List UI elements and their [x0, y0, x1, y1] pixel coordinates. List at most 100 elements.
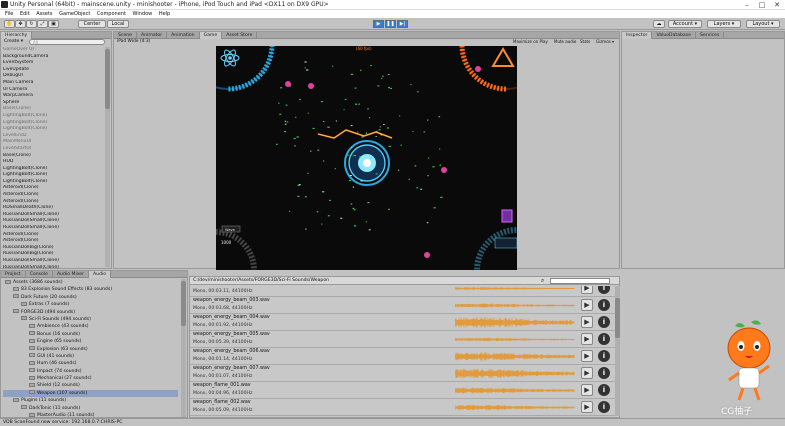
folder-tree-item[interactable]: Dark Future (20 sounds)	[3, 294, 178, 301]
account-dropdown[interactable]: Account ▾	[668, 20, 702, 28]
hierarchy-item[interactable]: LightingBolt(Clone)	[3, 172, 103, 179]
info-icon[interactable]: i	[598, 333, 610, 345]
info-icon[interactable]: i	[598, 299, 610, 311]
audio-row[interactable]: weapon_energy_beam_003.wav Mono, 00:03.68…	[190, 297, 615, 314]
menu-file[interactable]: File	[5, 10, 13, 18]
hierarchy-item[interactable]: LightingBolt(Clone)	[3, 126, 103, 133]
info-icon[interactable]: i	[598, 367, 610, 379]
menu-help[interactable]: Help	[159, 10, 170, 18]
project-scrollbar[interactable]	[181, 279, 186, 417]
hierarchy-item[interactable]: LightingBolt(Clone)	[3, 113, 103, 120]
hierarchy-scrollbar[interactable]	[105, 47, 110, 267]
tab-game[interactable]: Game	[199, 32, 223, 39]
audio-scroll-thumb[interactable]	[615, 298, 620, 338]
info-icon[interactable]: i	[598, 401, 610, 413]
folder-tree-item[interactable]: GUI (41 sounds)	[3, 353, 178, 360]
step-button[interactable]: ▶|	[397, 20, 408, 28]
layout-dropdown[interactable]: Layout ▾	[746, 20, 780, 28]
audio-scrollbar[interactable]	[615, 286, 620, 416]
hierarchy-item[interactable]: UI Camera	[3, 87, 103, 94]
hierarchy-item[interactable]: MainMenuUI	[3, 139, 103, 146]
hierarchy-item[interactable]: Main Camera	[3, 80, 103, 87]
hierarchy-item[interactable]: HUD	[3, 159, 103, 166]
hierarchy-item[interactable]: Base(Clone)	[3, 153, 103, 160]
hierarchy-scroll-thumb[interactable]	[105, 49, 110, 109]
pivot-center-button[interactable]: Center	[78, 20, 106, 28]
play-sound-button[interactable]: ▶	[581, 299, 593, 311]
folder-tree-item[interactable]: Mechanical (27 sounds)	[3, 375, 178, 382]
cloud-icon[interactable]: ☁	[653, 20, 665, 28]
menu-gameobject[interactable]: GameObject	[59, 10, 90, 18]
hierarchy-item[interactable]: Asteroid(Clone)	[3, 199, 103, 206]
rect-tool-button[interactable]: ▣	[48, 20, 59, 28]
folder-tree-item[interactable]: Weapon (107 sounds)	[3, 389, 178, 398]
audio-row[interactable]: weapon_flame_002.wav Mono, 00:05.09, 4410…	[190, 399, 615, 416]
play-sound-button[interactable]: ▶	[581, 316, 593, 328]
tab-audio-mixer[interactable]: Audio Mixer	[53, 271, 90, 278]
folder-tree-item[interactable]: FORGE3D (494 sounds)	[3, 309, 178, 316]
hierarchy-item[interactable]: Asteroid(Clone)	[3, 185, 103, 192]
hierarchy-item[interactable]: LightingBolt(Clone)	[3, 179, 103, 186]
hierarchy-item[interactable]: LevelEnd2	[3, 133, 103, 140]
menu-assets[interactable]: Assets	[36, 10, 52, 18]
hierarchy-item[interactable]: RussianDollBig(Clone)	[3, 245, 103, 252]
aspect-dropdown[interactable]: iPad Wide (4:3)	[117, 39, 150, 44]
folder-tree-item[interactable]: Bonus (16 sounds)	[3, 331, 178, 338]
hierarchy-item[interactable]: LightingBolt(Clone)	[3, 166, 103, 173]
folder-tree-item[interactable]: Impact (74 sounds)	[3, 368, 178, 375]
folder-tree-item[interactable]: Assets (3686 sounds)	[3, 279, 178, 286]
hierarchy-item[interactable]: EventSystem	[3, 60, 103, 67]
folder-tree-item[interactable]: Explosion (63 sounds)	[3, 346, 178, 353]
menu-window[interactable]: Window	[133, 10, 153, 18]
tab-animation[interactable]: Animation	[167, 32, 200, 39]
folder-tree-item[interactable]: Engine (65 sounds)	[3, 338, 178, 345]
layers-dropdown[interactable]: Layers ▾	[707, 20, 741, 28]
maximize-on-play-toggle[interactable]: Maximize on Play	[513, 39, 548, 44]
pause-button[interactable]: ❚❚	[385, 20, 396, 28]
hierarchy-item[interactable]: GameOver UI	[3, 47, 103, 54]
move-tool-button[interactable]: ✥	[15, 20, 26, 28]
info-icon[interactable]: i	[598, 316, 610, 328]
audio-row[interactable]: weapon_energy_beam_005.wav Mono, 00:05.39…	[190, 331, 615, 348]
rotate-tool-button[interactable]: ↻	[26, 20, 37, 28]
minimize-button[interactable]: –	[740, 0, 754, 10]
tab-project[interactable]: Project	[1, 271, 26, 278]
audio-row[interactable]: weapon_energy_beam_007.wav Mono, 00:01.07…	[190, 365, 615, 382]
hierarchy-item[interactable]: LightingBolt(Clone)	[3, 120, 103, 127]
tab-console[interactable]: Console	[26, 271, 53, 278]
hierarchy-item[interactable]: WarpCamera	[3, 93, 103, 100]
hierarchy-item[interactable]: RussianDollSmall(Clone)	[3, 258, 103, 265]
play-sound-button[interactable]: ▶	[581, 367, 593, 379]
hierarchy-item[interactable]: RussianDollBig(Clone)	[3, 251, 103, 258]
folder-tree-item[interactable]: Extras (7 sounds)	[3, 301, 178, 308]
folder-tree-item[interactable]: DarkTonic (11 sounds)	[3, 405, 178, 412]
play-sound-button[interactable]: ▶	[581, 384, 593, 396]
tab-hierarchy[interactable]: Hierarchy	[1, 32, 33, 39]
play-button[interactable]: ▶	[373, 20, 384, 28]
hierarchy-item[interactable]: Asteroid(Clone)	[3, 232, 103, 239]
hierarchy-item[interactable]: Base(Clone)	[3, 106, 103, 113]
hierarchy-item[interactable]: RussianDollSmall(Clone)	[3, 212, 103, 219]
audio-row[interactable]: weapon_flame_001.wav Mono, 00:04.96, 4410…	[190, 382, 615, 399]
tab-services[interactable]: Services	[696, 32, 725, 39]
folder-tree-item[interactable]: 83 Explosion Sound Effects (83 sounds)	[3, 286, 178, 293]
hierarchy-item[interactable]: RussianDollSmall(Clone)	[3, 225, 103, 232]
folder-tree-item[interactable]: Shield (12 sounds)	[3, 382, 178, 389]
hierarchy-item[interactable]: Sphere	[3, 100, 103, 107]
audio-search-input[interactable]	[550, 278, 610, 284]
tab-animator[interactable]: Animator	[137, 32, 168, 39]
project-scroll-thumb[interactable]	[181, 281, 186, 326]
audio-row[interactable]: weapon_energy_beam_006.wav Mono, 00:01.14…	[190, 348, 615, 365]
audio-row[interactable]: Mono, 00:03.11, 44100Hz ▶ i	[190, 286, 615, 297]
game-viewport[interactable]: Wave 1000 (60 fps)	[216, 46, 517, 270]
hand-tool-button[interactable]: ✋	[4, 20, 15, 28]
maximize-button[interactable]: □	[755, 0, 769, 10]
pivot-local-button[interactable]: Local	[107, 20, 129, 28]
tab-scene[interactable]: Scene	[114, 32, 138, 39]
audio-row[interactable]: weapon_energy_beam_004.wav Mono, 00:01.92…	[190, 314, 615, 331]
hierarchy-item[interactable]: DebugUI	[3, 73, 103, 80]
scale-tool-button[interactable]: ⤢	[37, 20, 48, 28]
play-sound-button[interactable]: ▶	[581, 401, 593, 413]
hierarchy-item[interactable]: Asteroid(Clone)	[3, 192, 103, 199]
stats-toggle[interactable]: Stats	[580, 39, 590, 44]
